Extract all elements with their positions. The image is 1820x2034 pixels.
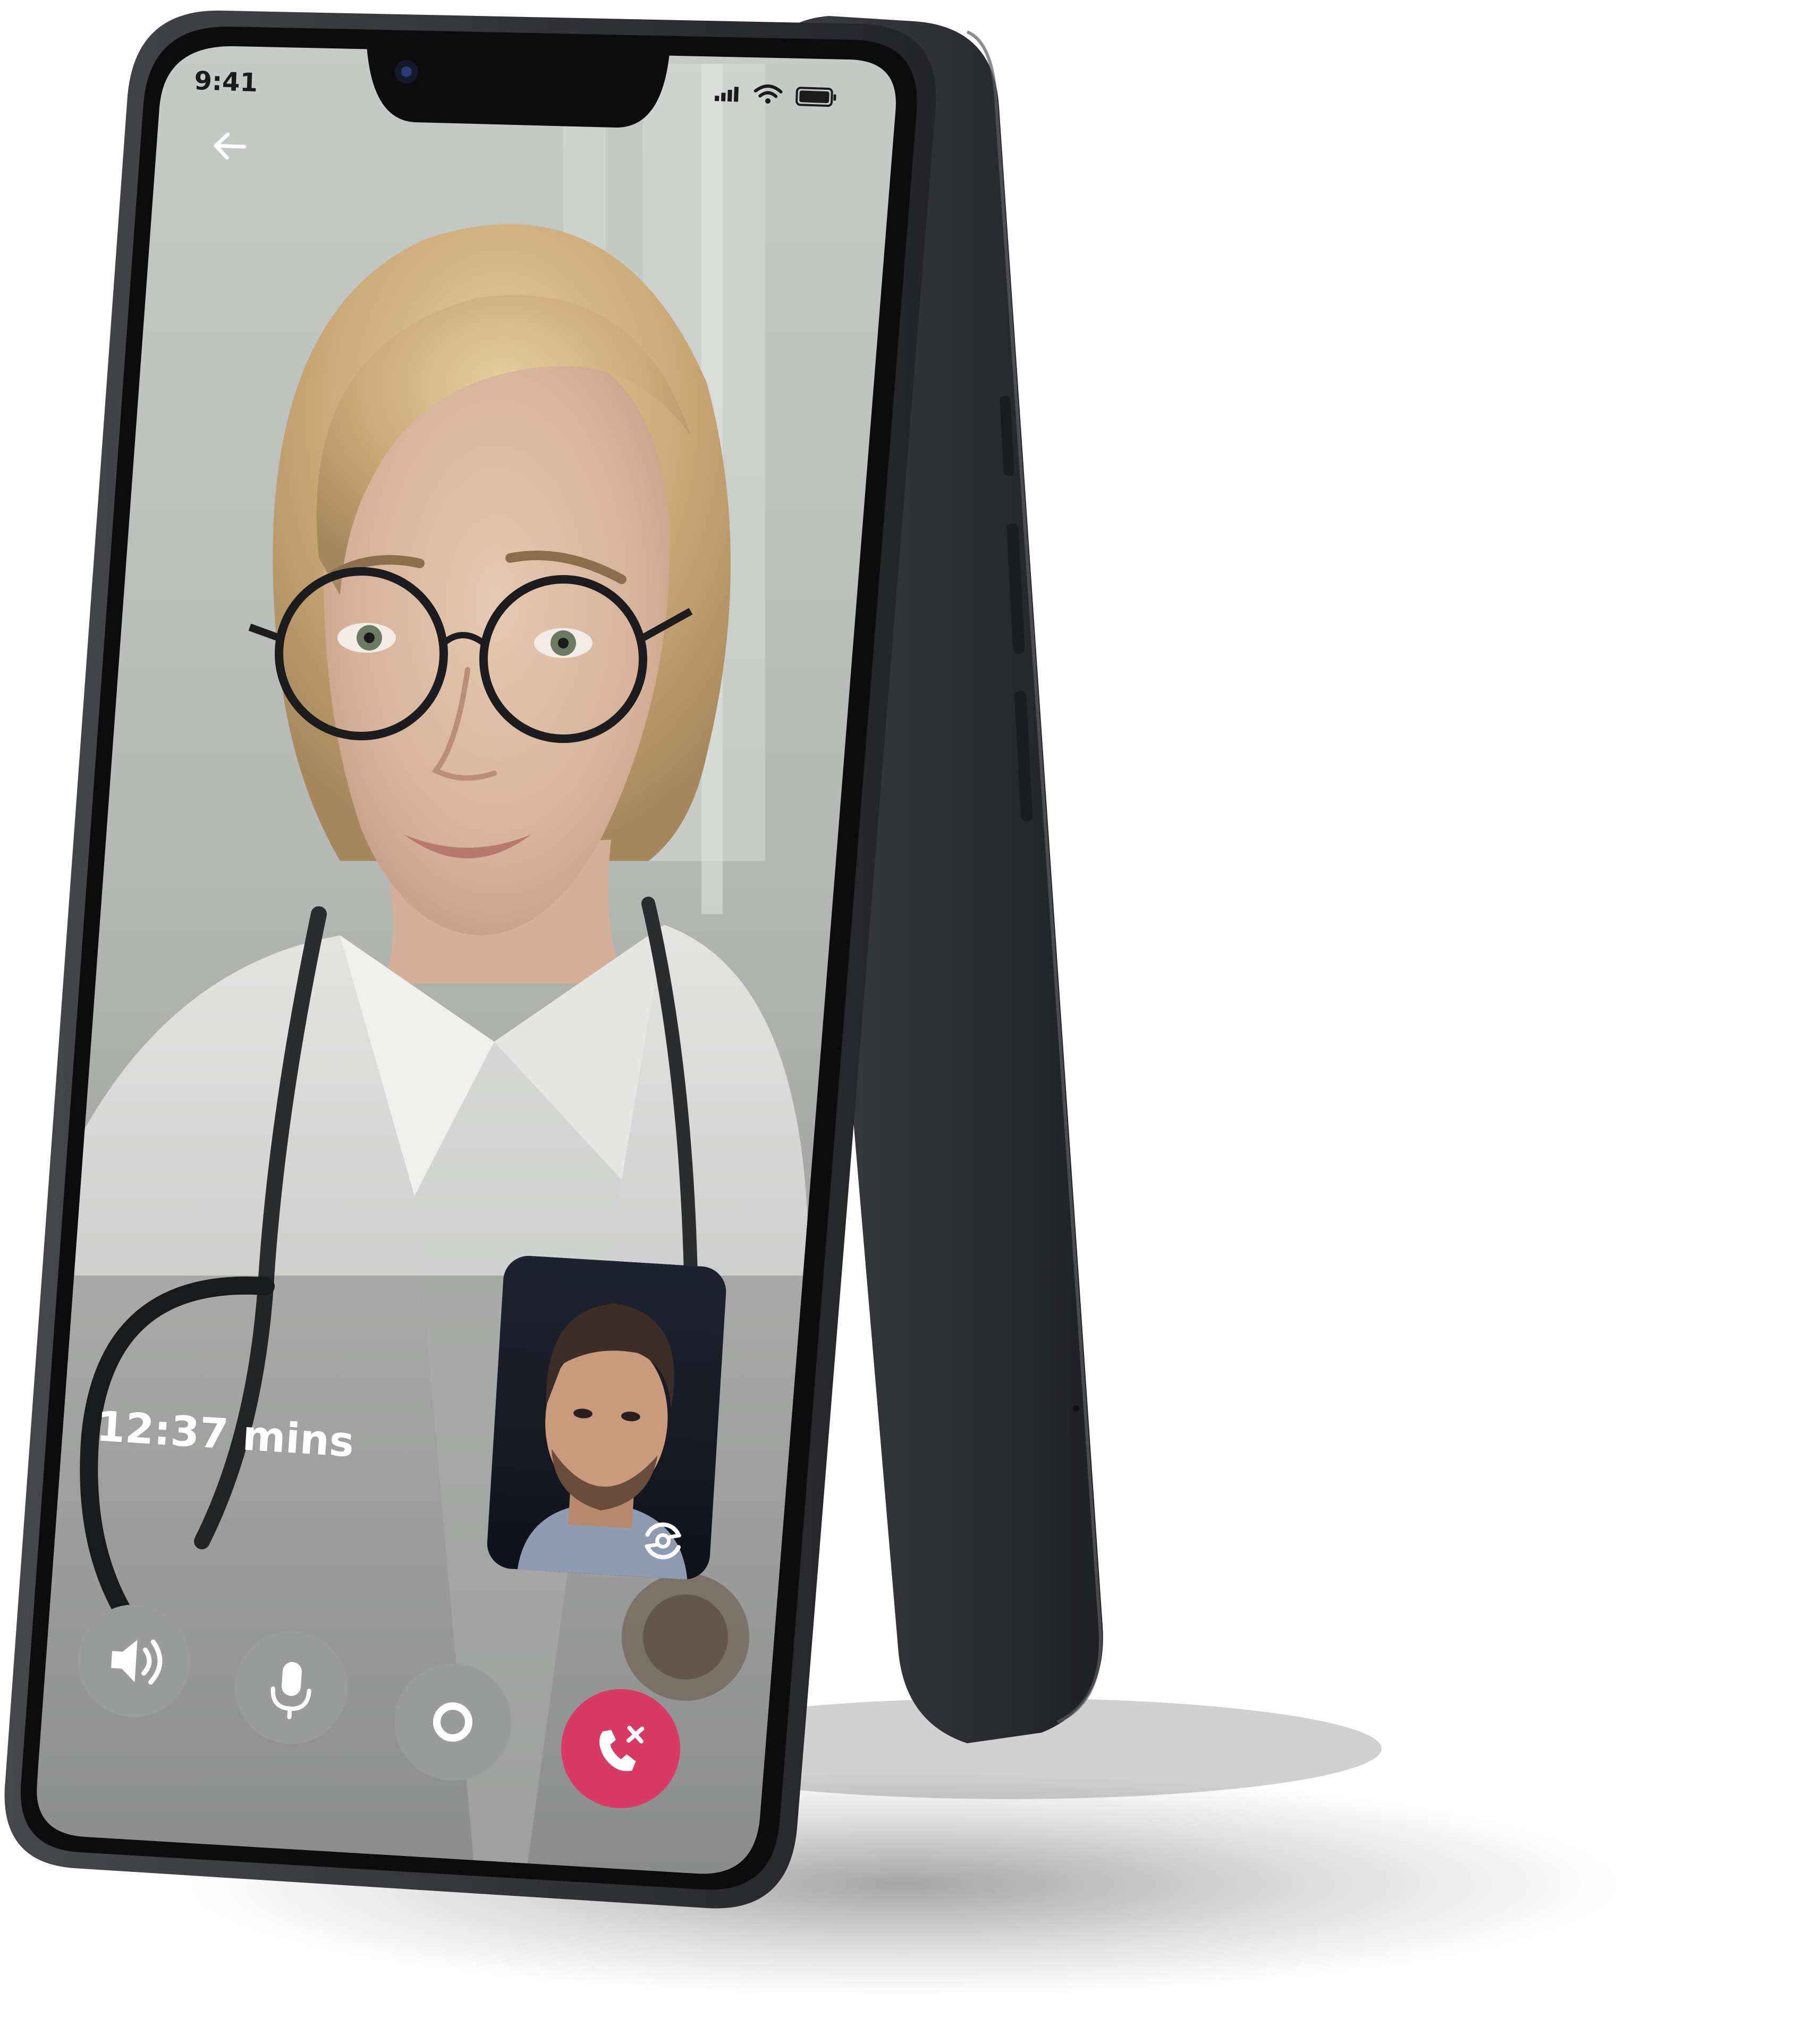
camera-notch [367, 45, 670, 128]
phone-mockup: 12:37 mins 9:41 [4, 10, 1621, 1996]
side-pinhole [1073, 1405, 1079, 1412]
status-time: 9:41 [194, 66, 258, 98]
self-view-preview[interactable] [485, 1254, 728, 1581]
product-mockup-stage: 12:37 mins 9:41 [0, 0, 1820, 2034]
